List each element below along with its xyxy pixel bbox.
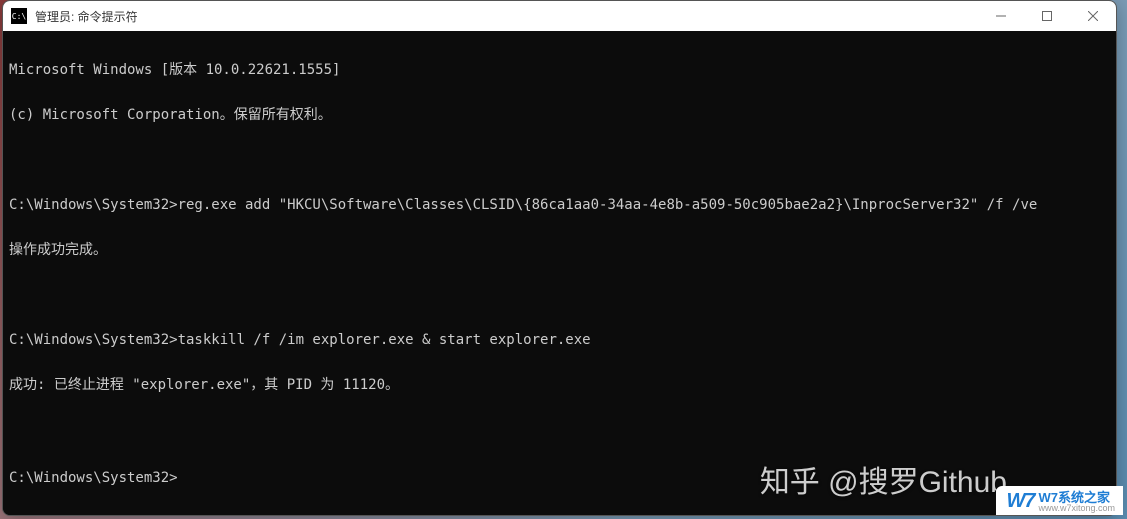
terminal-line: C:\Windows\System32>reg.exe add "HKCU\So…	[9, 198, 1110, 213]
terminal-line: (c) Microsoft Corporation。保留所有权利。	[9, 108, 1110, 123]
terminal-line	[9, 423, 1110, 438]
terminal-line: Microsoft Windows [版本 10.0.22621.1555]	[9, 63, 1110, 78]
terminal-line	[9, 288, 1110, 303]
minimize-icon	[996, 11, 1006, 21]
maximize-icon	[1042, 11, 1052, 21]
terminal-prompt: C:\Windows\System32>	[9, 468, 1110, 486]
close-icon	[1088, 11, 1098, 21]
cmd-window: C:\ 管理员: 命令提示符 Microsoft Windows [版本 10.…	[2, 0, 1117, 516]
minimize-button[interactable]	[978, 1, 1024, 31]
terminal-line	[9, 153, 1110, 168]
terminal-line: 操作成功完成。	[9, 243, 1110, 258]
close-button[interactable]	[1070, 1, 1116, 31]
window-title: 管理员: 命令提示符	[35, 8, 138, 25]
maximize-button[interactable]	[1024, 1, 1070, 31]
terminal-line: 成功: 已终止进程 "explorer.exe"，其 PID 为 11120。	[9, 378, 1110, 393]
cursor	[178, 468, 186, 482]
terminal-line: C:\Windows\System32>taskkill /f /im expl…	[9, 333, 1110, 348]
cmd-icon: C:\	[11, 8, 27, 24]
titlebar[interactable]: C:\ 管理员: 命令提示符	[3, 1, 1116, 31]
terminal-area[interactable]: Microsoft Windows [版本 10.0.22621.1555] (…	[3, 31, 1116, 515]
window-controls	[978, 1, 1116, 31]
